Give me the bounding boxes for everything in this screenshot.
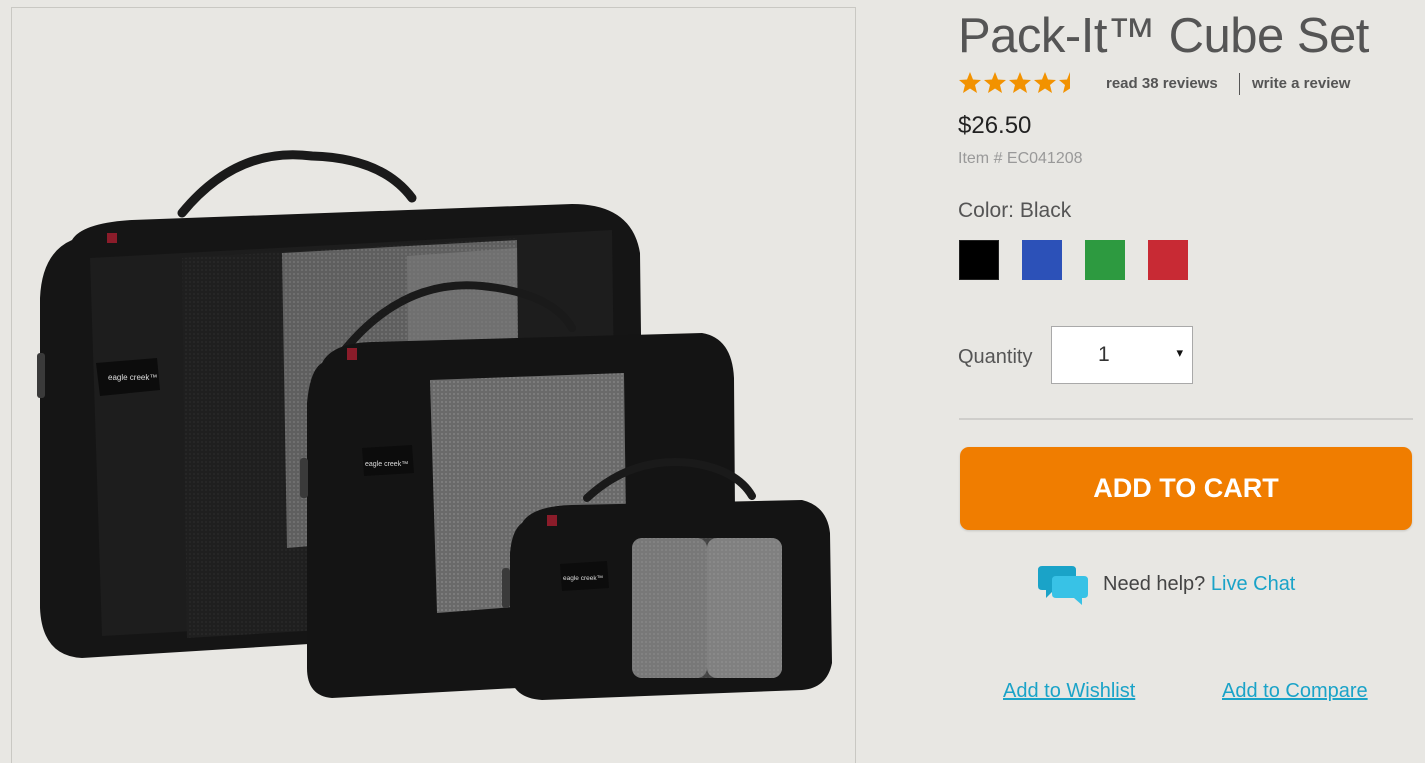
chat-bubble-icon[interactable] <box>1038 564 1090 606</box>
color-label-text: Color: <box>958 199 1015 222</box>
color-swatch-red[interactable] <box>1148 240 1188 280</box>
write-review-link[interactable]: write a review <box>1252 75 1350 92</box>
brand-logo-large: eagle creek™ <box>108 373 157 382</box>
rating-stars <box>959 72 1070 93</box>
star-icon <box>984 72 1006 93</box>
add-to-wishlist-link[interactable]: Add to Wishlist <box>1003 680 1135 703</box>
quantity-label: Quantity <box>958 346 1033 368</box>
read-reviews-link[interactable]: read 38 reviews <box>1106 75 1218 92</box>
star-icon <box>1009 72 1031 93</box>
section-divider <box>959 418 1413 420</box>
brand-logo-medium: eagle creek™ <box>365 461 408 468</box>
need-help-text: Need help? Live Chat <box>1103 573 1295 596</box>
live-chat-link[interactable]: Live Chat <box>1211 573 1296 595</box>
product-image[interactable]: eagle creek™ eagle creek™ eagle creek™ <box>11 7 856 763</box>
star-icon <box>959 72 981 93</box>
selected-color: Black <box>1019 199 1072 222</box>
color-label: Color: Black <box>958 199 1071 223</box>
item-number: Item # EC041208 <box>958 150 1083 167</box>
color-swatch-black[interactable] <box>959 240 999 280</box>
product-photo: eagle creek™ eagle creek™ eagle creek™ <box>37 150 832 700</box>
star-half-icon <box>1059 72 1070 93</box>
quantity-select[interactable]: 1 ▾ <box>1051 326 1193 384</box>
reviews-divider <box>1239 73 1240 95</box>
star-icon <box>1034 72 1056 93</box>
add-to-compare-link[interactable]: Add to Compare <box>1222 680 1368 703</box>
dropdown-arrow-icon: ▾ <box>1176 345 1183 360</box>
add-to-cart-button[interactable]: ADD TO CART <box>960 447 1412 530</box>
color-swatch-green[interactable] <box>1085 240 1125 280</box>
brand-logo-small: eagle creek™ <box>563 575 603 582</box>
product-price: $26.50 <box>958 112 1032 139</box>
color-swatch-blue[interactable] <box>1022 240 1062 280</box>
product-title: Pack-It™ Cube Set <box>958 9 1369 63</box>
quantity-value: 1 <box>1098 343 1110 366</box>
need-help-label: Need help? <box>1103 573 1206 595</box>
